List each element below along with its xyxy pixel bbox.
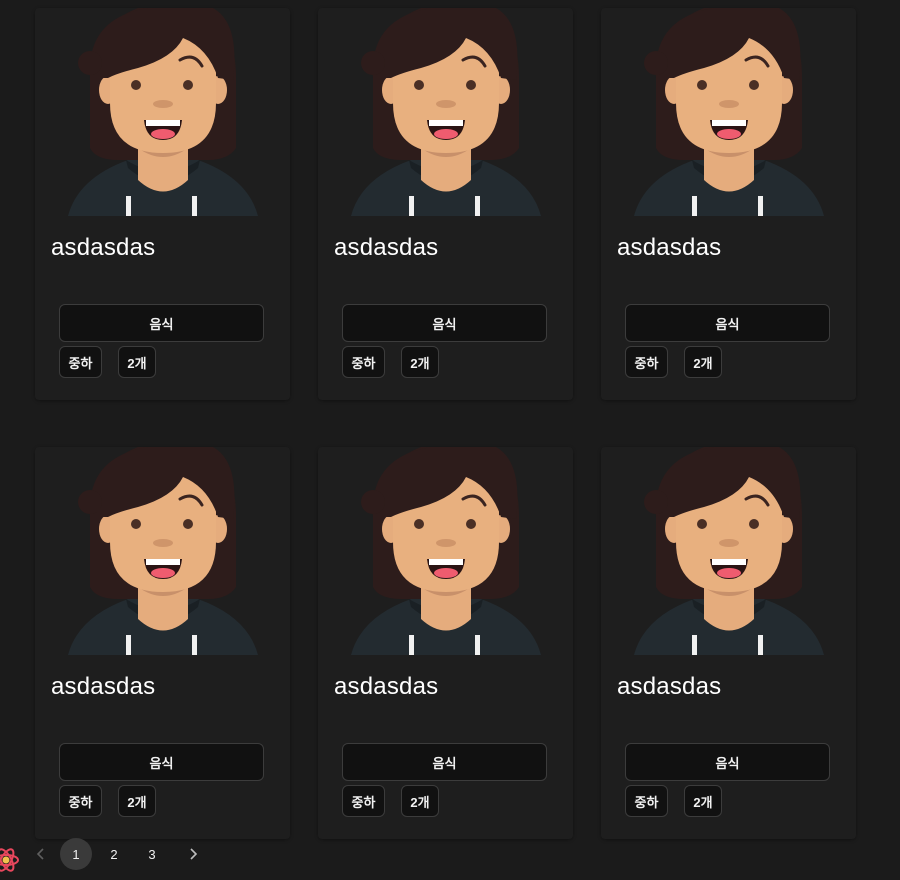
level-chip[interactable]: 중하 — [625, 346, 668, 378]
category-button[interactable]: 음식 — [342, 743, 547, 781]
card-title: asdasdas — [334, 234, 439, 261]
card-title: asdasdas — [51, 673, 156, 700]
level-chip[interactable]: 중하 — [342, 346, 385, 378]
level-chip[interactable]: 중하 — [59, 346, 102, 378]
category-button[interactable]: 음식 — [625, 743, 830, 781]
count-chip[interactable]: 2개 — [684, 785, 722, 817]
chevron-right-icon[interactable] — [177, 838, 209, 870]
level-chip[interactable]: 중하 — [342, 785, 385, 817]
count-chip[interactable]: 2개 — [401, 346, 439, 378]
page-button-3[interactable]: 3 — [136, 838, 168, 870]
count-chip[interactable]: 2개 — [118, 785, 156, 817]
avatar-illustration — [634, 447, 824, 655]
category-button[interactable]: 음식 — [59, 743, 264, 781]
card[interactable]: asdasdas 음식 중하 2개 — [601, 8, 856, 400]
card-title: asdasdas — [334, 673, 439, 700]
pagination: 1 2 3 — [25, 838, 209, 870]
avatar — [634, 447, 824, 655]
category-button[interactable]: 음식 — [625, 304, 830, 342]
card[interactable]: asdasdas 음식 중하 2개 — [318, 447, 573, 839]
avatar-illustration — [351, 8, 541, 216]
card[interactable]: asdasdas 음식 중하 2개 — [318, 8, 573, 400]
level-chip[interactable]: 중하 — [59, 785, 102, 817]
level-chip[interactable]: 중하 — [625, 785, 668, 817]
avatar-illustration — [68, 8, 258, 216]
card-title: asdasdas — [617, 673, 722, 700]
avatar-illustration — [68, 447, 258, 655]
avatar — [351, 447, 541, 655]
count-chip[interactable]: 2개 — [684, 346, 722, 378]
count-chip[interactable]: 2개 — [118, 346, 156, 378]
count-chip[interactable]: 2개 — [401, 785, 439, 817]
avatar — [68, 447, 258, 655]
category-button[interactable]: 음식 — [59, 304, 264, 342]
chevron-left-icon[interactable] — [25, 838, 57, 870]
avatar — [634, 8, 824, 216]
page-button-2[interactable]: 2 — [98, 838, 130, 870]
page-button-1[interactable]: 1 — [60, 838, 92, 870]
react-logo-icon[interactable] — [0, 846, 20, 874]
avatar-illustration — [351, 447, 541, 655]
card-title: asdasdas — [51, 234, 156, 261]
category-button[interactable]: 음식 — [342, 304, 547, 342]
avatar — [68, 8, 258, 216]
card-title: asdasdas — [617, 234, 722, 261]
avatar — [351, 8, 541, 216]
card[interactable]: asdasdas 음식 중하 2개 — [35, 8, 290, 400]
card[interactable]: asdasdas 음식 중하 2개 — [601, 447, 856, 839]
avatar-illustration — [634, 8, 824, 216]
card[interactable]: asdasdas 음식 중하 2개 — [35, 447, 290, 839]
